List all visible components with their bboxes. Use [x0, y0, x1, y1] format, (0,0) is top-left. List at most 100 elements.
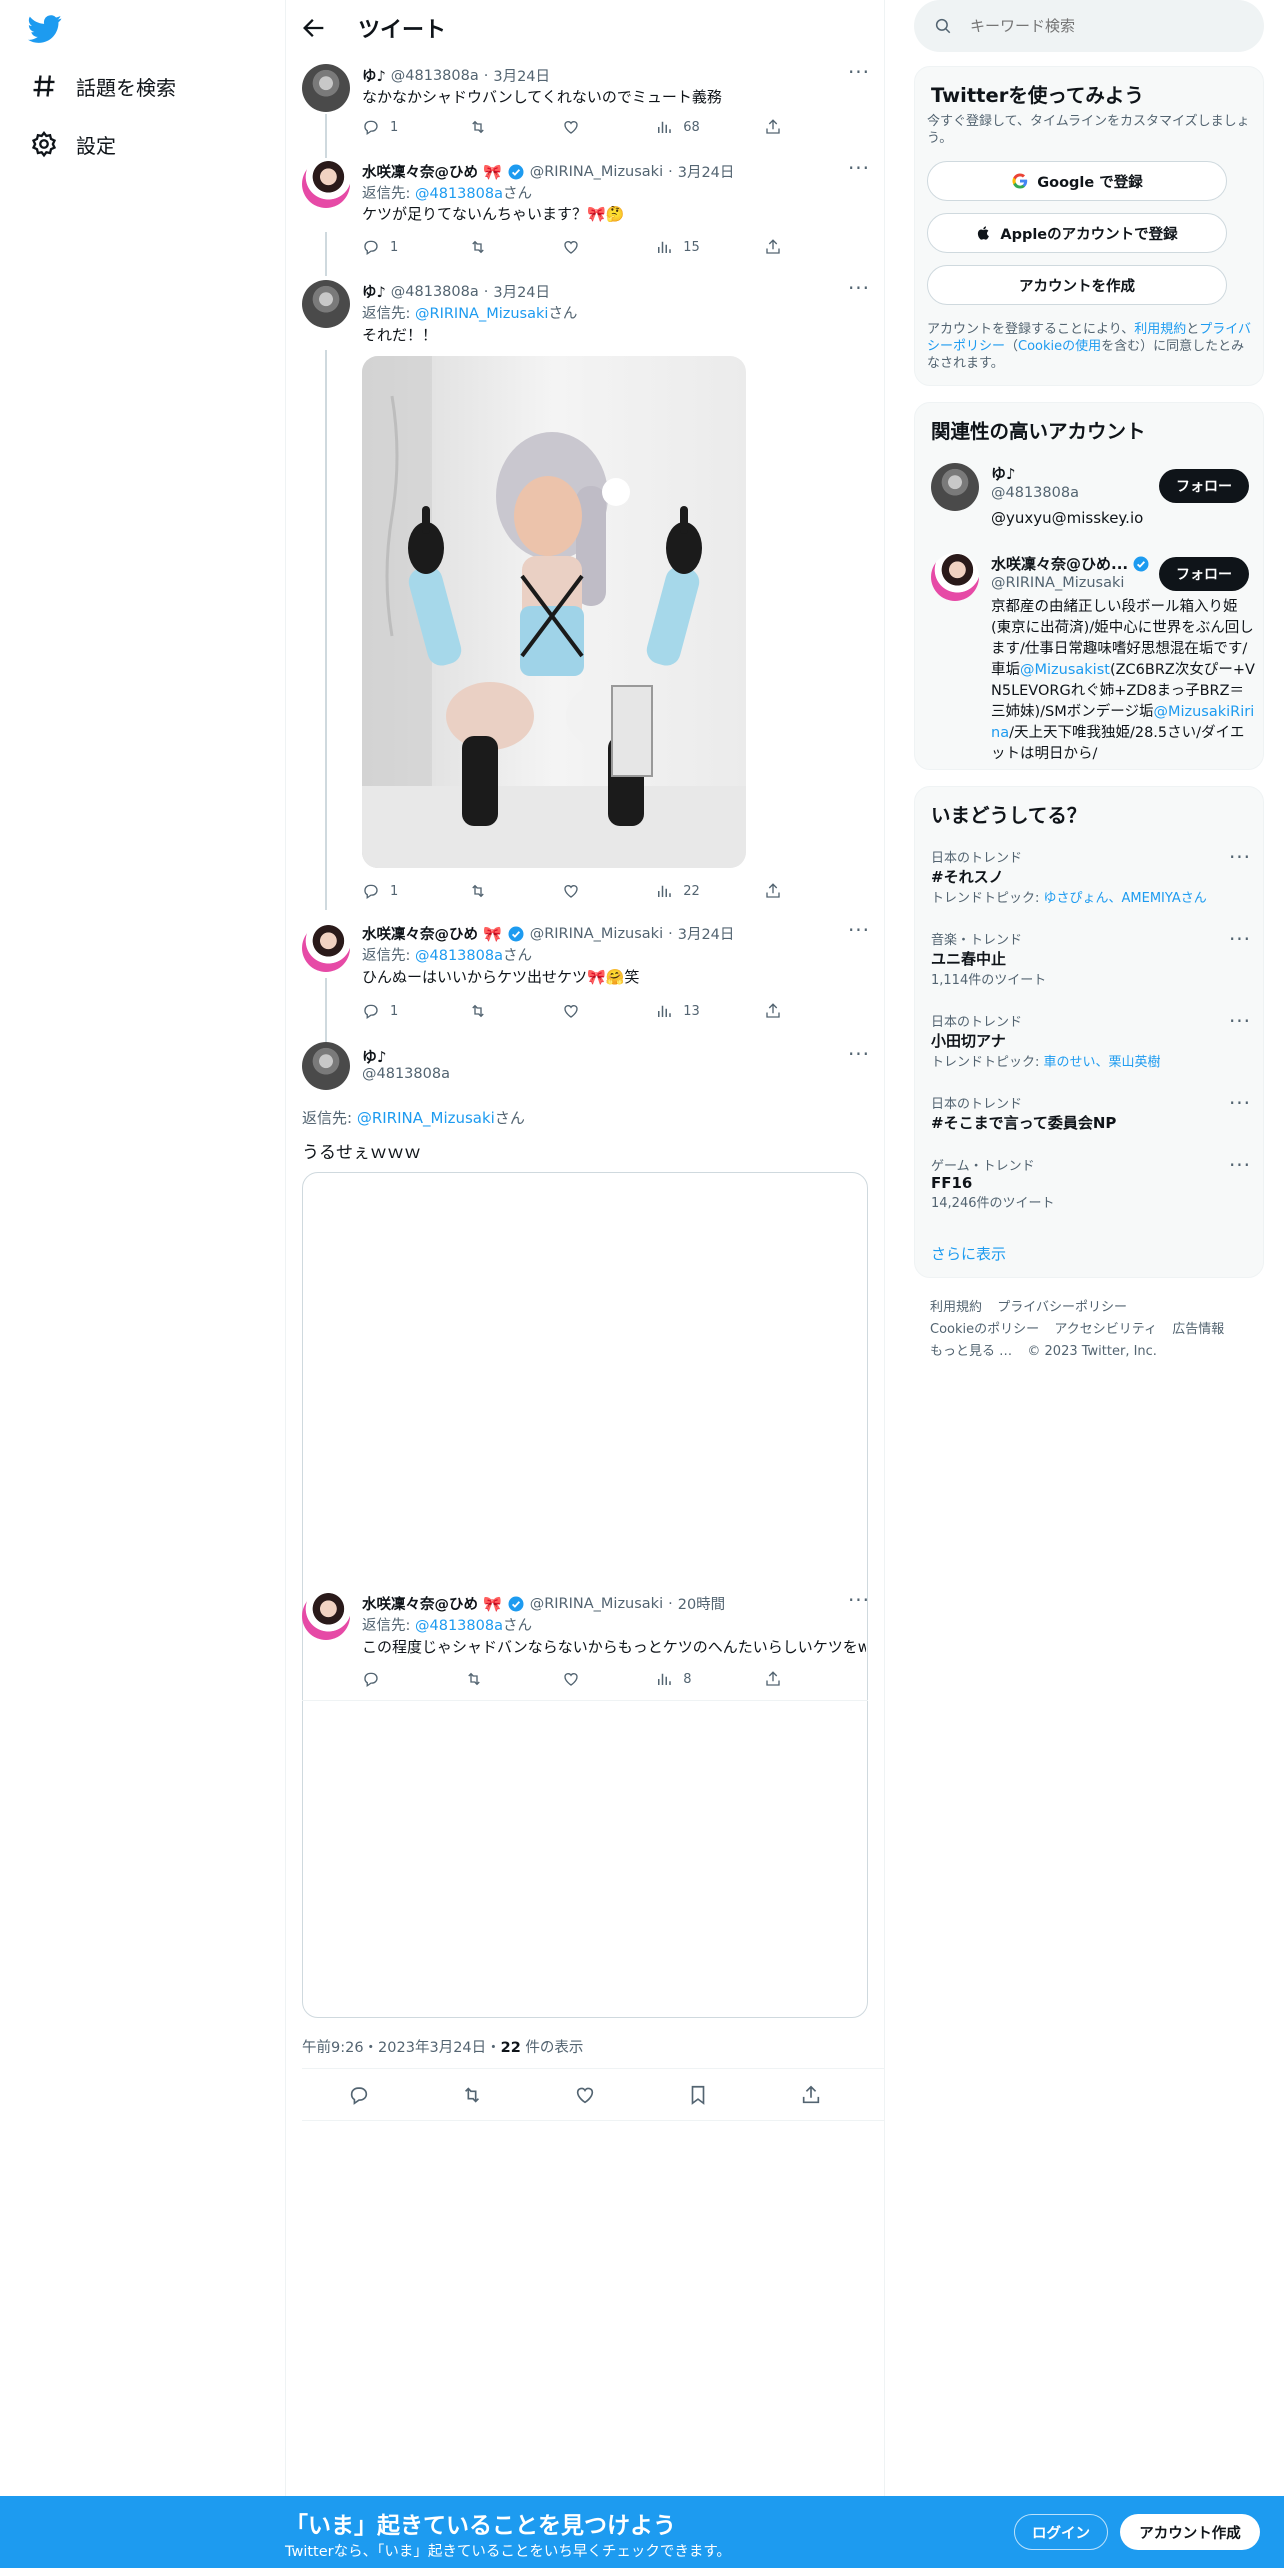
author-name[interactable]: ゆ♪	[362, 65, 386, 86]
retweet-button[interactable]	[469, 882, 562, 900]
share-button[interactable]	[764, 882, 782, 900]
trend-item[interactable]: 日本のトレンド 小田切アナ トレンドトピック: 車のせい、栗山英樹	[931, 1011, 1251, 1070]
author-name[interactable]: 水咲凜々奈@ひめ	[362, 161, 478, 182]
footer-more[interactable]: もっと見る …	[930, 1344, 1012, 1359]
more-options-icon[interactable]: ···	[846, 278, 872, 302]
avatar[interactable]	[931, 553, 979, 601]
retweet-button[interactable]	[469, 1002, 562, 1020]
search-box[interactable]	[914, 0, 1264, 52]
avatar[interactable]	[302, 160, 350, 208]
trend-item[interactable]: ゲーム・トレンド FF16 14,246件のツイート	[931, 1155, 1251, 1211]
account-handle[interactable]: @4813808a	[991, 485, 1079, 501]
author-handle[interactable]: @RIRINA_Mizusaki	[530, 926, 663, 942]
footer-terms[interactable]: 利用規約	[930, 1300, 982, 1315]
more-options-icon[interactable]: ···	[846, 920, 872, 944]
more-options-icon[interactable]: ···	[846, 158, 872, 182]
views-button[interactable]: 8	[655, 1670, 764, 1688]
avatar[interactable]	[931, 463, 979, 511]
like-button[interactable]	[562, 882, 655, 900]
share-icon[interactable]	[800, 2084, 822, 2106]
tweet-timestamp[interactable]: 午前9:26・2023年3月24日・	[302, 2040, 501, 2056]
avatar[interactable]	[302, 1592, 350, 1640]
reply-to-link[interactable]: @4813808a	[415, 186, 503, 202]
terms-link[interactable]: 利用規約	[1134, 322, 1186, 337]
more-options-icon[interactable]: ···	[1227, 1011, 1253, 1035]
author-name[interactable]: ゆ♪	[362, 281, 386, 302]
author-name[interactable]: ゆ♪	[362, 1046, 387, 1067]
twitter-logo-icon[interactable]	[28, 12, 62, 46]
tweet-date[interactable]: 20時間	[678, 1593, 725, 1614]
author-name[interactable]: 水咲凜々奈@ひめ	[362, 923, 478, 944]
author-handle[interactable]: @RIRINA_Mizusaki	[530, 1596, 663, 1612]
cookie-link[interactable]: Cookieの使用	[1018, 339, 1101, 354]
more-options-icon[interactable]: ···	[1227, 847, 1253, 871]
footer-accessibility[interactable]: アクセシビリティ	[1054, 1322, 1157, 1337]
account-handle[interactable]: @RIRINA_Mizusaki	[991, 575, 1124, 591]
like-button[interactable]	[562, 1670, 655, 1688]
like-button[interactable]	[562, 238, 655, 256]
back-arrow-icon[interactable]	[300, 14, 328, 42]
tweet-date[interactable]: 3月24日	[678, 161, 735, 182]
tweet-date[interactable]: 3月24日	[493, 65, 550, 86]
signup-button[interactable]: アカウント作成	[1120, 2514, 1260, 2550]
share-button[interactable]	[764, 1670, 782, 1688]
share-button[interactable]	[764, 118, 782, 136]
retweet-icon[interactable]	[461, 2084, 483, 2106]
author-name[interactable]: 水咲凜々奈@ひめ	[362, 1593, 478, 1614]
apple-signup-button[interactable]: Appleのアカウントで登録	[927, 213, 1227, 253]
heart-icon[interactable]	[574, 2084, 596, 2106]
more-options-icon[interactable]: ···	[846, 1590, 872, 1614]
trend-item[interactable]: 日本のトレンド #それスノ トレンドトピック: ゆさぴょん、AMEMIYAさん	[931, 847, 1251, 906]
follow-button[interactable]: フォロー	[1159, 469, 1249, 503]
reply-icon[interactable]	[348, 2084, 370, 2106]
google-signup-button[interactable]: Google で登録	[927, 161, 1227, 201]
author-handle[interactable]: @RIRINA_Mizusaki	[530, 164, 663, 180]
reply-button[interactable]: 1	[362, 882, 469, 900]
avatar[interactable]	[302, 64, 350, 112]
tweet-date[interactable]: 3月24日	[493, 281, 550, 302]
retweet-button[interactable]	[469, 118, 562, 136]
reply-to-link[interactable]: @4813808a	[415, 948, 503, 964]
login-button[interactable]: ログイン	[1014, 2514, 1108, 2550]
retweet-button[interactable]	[469, 238, 562, 256]
more-options-icon[interactable]: ···	[1227, 1155, 1253, 1179]
more-options-icon[interactable]: ···	[846, 1044, 872, 1068]
like-button[interactable]	[562, 1002, 655, 1020]
account-name[interactable]: 水咲凜々奈@ひめ...	[991, 553, 1128, 574]
account-name[interactable]: ゆ♪	[991, 463, 1016, 484]
author-handle[interactable]: @4813808a	[362, 1066, 450, 1082]
footer-ads[interactable]: 広告情報	[1172, 1322, 1224, 1337]
like-button[interactable]	[562, 118, 655, 136]
reply-button[interactable]: 1	[362, 1002, 469, 1020]
bookmark-icon[interactable]	[687, 2084, 709, 2106]
views-button[interactable]: 22	[655, 882, 764, 900]
nav-settings[interactable]: 設定	[30, 124, 116, 164]
trend-item[interactable]: 日本のトレンド #そこまで言って委員会NP	[931, 1093, 1251, 1133]
more-options-icon[interactable]: ···	[846, 62, 872, 86]
avatar[interactable]	[302, 280, 350, 328]
more-options-icon[interactable]: ···	[1227, 1093, 1253, 1117]
share-button[interactable]	[764, 238, 782, 256]
follow-button[interactable]: フォロー	[1159, 557, 1249, 591]
footer-privacy[interactable]: プライバシーポリシー	[997, 1300, 1127, 1315]
nav-explore[interactable]: 話題を検索	[30, 66, 176, 106]
create-account-button[interactable]: アカウントを作成	[927, 265, 1227, 305]
tweet-date[interactable]: 3月24日	[678, 923, 735, 944]
avatar[interactable]	[302, 924, 350, 972]
retweet-button[interactable]	[465, 1670, 562, 1688]
author-handle[interactable]: @4813808a	[391, 284, 479, 300]
avatar[interactable]	[302, 1042, 350, 1090]
reply-to-link[interactable]: @4813808a	[415, 1618, 503, 1634]
search-input[interactable]	[970, 17, 1230, 35]
views-button[interactable]: 68	[655, 118, 764, 136]
views-button[interactable]: 15	[655, 238, 764, 256]
reply-button[interactable]: 1	[362, 238, 469, 256]
trend-item[interactable]: 音楽・トレンド ユニ春中止 1,114件のツイート	[931, 929, 1251, 988]
tweet-photo[interactable]	[362, 356, 746, 868]
show-more-link[interactable]: さらに表示	[931, 1243, 1006, 1264]
reply-button[interactable]	[362, 1670, 465, 1688]
reply-to-link[interactable]: @RIRINA_Mizusaki	[357, 1109, 495, 1127]
reply-button[interactable]: 1	[362, 118, 469, 136]
reply-to-link[interactable]: @RIRINA_Mizusaki	[415, 306, 548, 322]
author-handle[interactable]: @4813808a	[391, 68, 479, 84]
